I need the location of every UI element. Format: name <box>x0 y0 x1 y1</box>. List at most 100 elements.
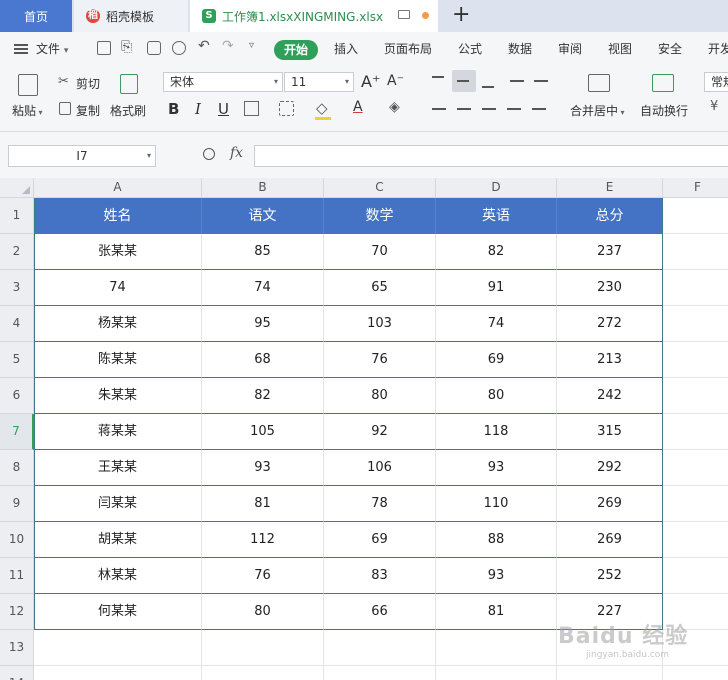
fill-color-icon[interactable]: ◇ <box>316 99 328 117</box>
table-header-cell[interactable]: 英语 <box>436 198 557 234</box>
export-icon[interactable]: ⎘ <box>121 39 132 55</box>
table-cell[interactable]: 76 <box>202 558 324 594</box>
empty-cell[interactable] <box>663 234 728 270</box>
row-header-3[interactable]: 3 <box>0 270 34 306</box>
menu-developer[interactable]: 开发 <box>708 40 728 57</box>
table-cell[interactable]: 林某某 <box>34 558 202 594</box>
redo-icon[interactable]: ↷ <box>222 38 234 54</box>
column-header-d[interactable]: D <box>436 178 557 198</box>
save-icon[interactable] <box>97 41 111 55</box>
menu-insert[interactable]: 插入 <box>334 40 358 57</box>
currency-icon[interactable]: ¥ <box>710 99 718 114</box>
align-top-icon[interactable] <box>432 76 444 78</box>
merge-center-button[interactable]: 合并居中 ▾ <box>570 102 625 119</box>
empty-cell[interactable] <box>202 666 324 680</box>
table-cell[interactable]: 68 <box>202 342 324 378</box>
menu-security[interactable]: 安全 <box>658 40 682 57</box>
column-header-f[interactable]: F <box>663 178 728 198</box>
table-cell[interactable]: 83 <box>324 558 436 594</box>
new-tab-plus-icon[interactable]: + <box>452 3 470 27</box>
tab-template[interactable]: 稻 稻壳模板 <box>74 0 188 32</box>
table-cell[interactable]: 74 <box>34 270 202 306</box>
paste-icon[interactable] <box>18 74 38 96</box>
table-cell[interactable]: 朱某某 <box>34 378 202 414</box>
name-box[interactable]: I7 ▾ <box>8 145 156 167</box>
table-cell[interactable]: 杨某某 <box>34 306 202 342</box>
menu-data[interactable]: 数据 <box>508 40 532 57</box>
table-cell[interactable]: 91 <box>436 270 557 306</box>
table-cell[interactable]: 269 <box>557 522 663 558</box>
table-cell[interactable]: 80 <box>202 594 324 630</box>
empty-cell[interactable] <box>557 666 663 680</box>
table-cell[interactable]: 81 <box>436 594 557 630</box>
row-header-5[interactable]: 5 <box>0 342 34 378</box>
table-cell[interactable]: 69 <box>436 342 557 378</box>
formula-input[interactable] <box>254 145 728 167</box>
table-cell[interactable]: 王某某 <box>34 450 202 486</box>
empty-cell[interactable] <box>324 666 436 680</box>
table-cell[interactable]: 闫某某 <box>34 486 202 522</box>
row-header-14[interactable]: 14 <box>0 666 34 680</box>
table-cell[interactable]: 78 <box>324 486 436 522</box>
table-cell[interactable]: 315 <box>557 414 663 450</box>
table-cell[interactable]: 80 <box>436 378 557 414</box>
column-header-b[interactable]: B <box>202 178 324 198</box>
empty-cell[interactable] <box>324 630 436 666</box>
underline-button[interactable]: U <box>218 100 229 118</box>
table-cell[interactable]: 230 <box>557 270 663 306</box>
empty-cell[interactable] <box>663 486 728 522</box>
font-size-select[interactable]: 11 ▾ <box>284 72 354 92</box>
table-cell[interactable]: 110 <box>436 486 557 522</box>
menu-formulas[interactable]: 公式 <box>458 40 482 57</box>
decrease-font-icon[interactable]: A⁻ <box>387 73 404 89</box>
font-color-icon[interactable]: A <box>353 99 363 115</box>
table-cell[interactable]: 66 <box>324 594 436 630</box>
row-header-9[interactable]: 9 <box>0 486 34 522</box>
table-cell[interactable]: 292 <box>557 450 663 486</box>
quick-access-dropdown-icon[interactable]: ▿ <box>249 40 254 51</box>
number-format-select[interactable]: 常规 <box>704 72 728 92</box>
table-cell[interactable]: 81 <box>202 486 324 522</box>
row-header-11[interactable]: 11 <box>0 558 34 594</box>
table-cell[interactable]: 269 <box>557 486 663 522</box>
align-left-icon[interactable] <box>432 108 446 110</box>
table-cell[interactable]: 213 <box>557 342 663 378</box>
table-cell[interactable]: 93 <box>436 558 557 594</box>
table-cell[interactable]: 252 <box>557 558 663 594</box>
empty-cell[interactable] <box>663 414 728 450</box>
table-header-cell[interactable]: 总分 <box>557 198 663 234</box>
empty-cell[interactable] <box>663 270 728 306</box>
table-cell[interactable]: 陈某某 <box>34 342 202 378</box>
empty-cell[interactable] <box>663 198 728 234</box>
table-cell[interactable]: 118 <box>436 414 557 450</box>
table-cell[interactable]: 106 <box>324 450 436 486</box>
indent-decrease-icon[interactable] <box>510 80 524 82</box>
row-header-8[interactable]: 8 <box>0 450 34 486</box>
table-cell[interactable]: 112 <box>202 522 324 558</box>
paste-button[interactable]: 粘贴 ▾ <box>12 102 43 119</box>
table-cell[interactable]: 76 <box>324 342 436 378</box>
table-cell[interactable]: 82 <box>202 378 324 414</box>
table-cell[interactable]: 105 <box>202 414 324 450</box>
empty-cell[interactable] <box>663 558 728 594</box>
table-cell[interactable]: 103 <box>324 306 436 342</box>
align-bottom-icon[interactable] <box>482 86 494 88</box>
table-header-cell[interactable]: 姓名 <box>34 198 202 234</box>
row-header-6[interactable]: 6 <box>0 378 34 414</box>
row-header-12[interactable]: 12 <box>0 594 34 630</box>
table-cell[interactable]: 85 <box>202 234 324 270</box>
table-cell[interactable]: 70 <box>324 234 436 270</box>
table-cell[interactable]: 74 <box>202 270 324 306</box>
table-header-cell[interactable]: 语文 <box>202 198 324 234</box>
table-cell[interactable]: 蒋某某 <box>34 414 202 450</box>
table-header-cell[interactable]: 数学 <box>324 198 436 234</box>
align-middle-icon[interactable] <box>457 80 469 82</box>
table-cell[interactable]: 69 <box>324 522 436 558</box>
empty-cell[interactable] <box>436 666 557 680</box>
monitor-icon[interactable] <box>398 10 410 19</box>
table-cell[interactable]: 张某某 <box>34 234 202 270</box>
empty-cell[interactable] <box>34 630 202 666</box>
copy-button[interactable]: 复制 <box>76 102 100 119</box>
print-icon[interactable] <box>147 41 161 55</box>
empty-cell[interactable] <box>34 666 202 680</box>
